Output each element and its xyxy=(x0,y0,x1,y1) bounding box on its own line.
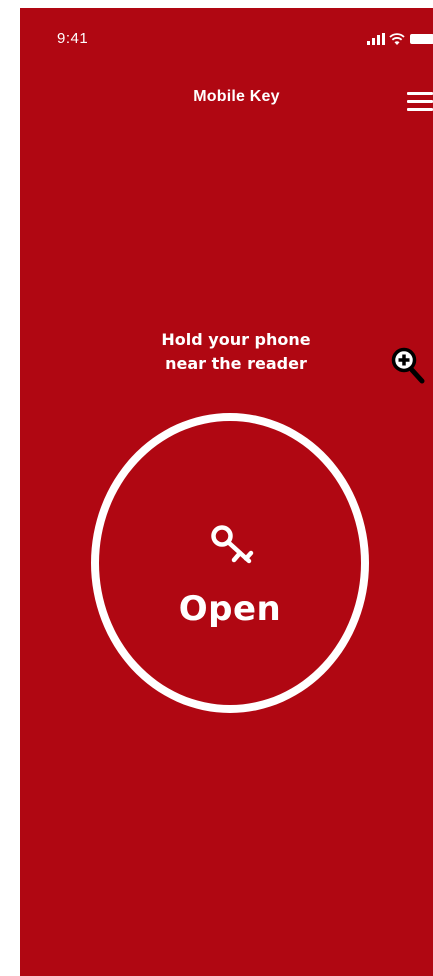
key-icon xyxy=(211,525,254,564)
status-icons xyxy=(367,31,433,47)
status-bar: 9:41 xyxy=(20,8,433,68)
open-button[interactable]: Open xyxy=(91,413,369,713)
hamburger-menu-icon[interactable] xyxy=(407,92,433,114)
status-time: 9:41 xyxy=(57,30,89,47)
page-title: Mobile Key xyxy=(193,88,280,105)
battery-icon xyxy=(410,34,433,44)
open-button-label: Open xyxy=(178,589,282,629)
app-screen: 9:41 Mobile Key Hold your phone near the… xyxy=(20,8,433,976)
instruction-line-2: near the reader xyxy=(165,354,307,373)
instruction-text: Hold your phone near the reader xyxy=(120,328,352,376)
zoom-in-icon[interactable] xyxy=(390,345,426,385)
nav-bar: Mobile Key xyxy=(20,78,433,118)
instruction-line-1: Hold your phone xyxy=(161,330,311,349)
wifi-icon xyxy=(389,33,405,45)
signal-icon xyxy=(367,33,385,45)
